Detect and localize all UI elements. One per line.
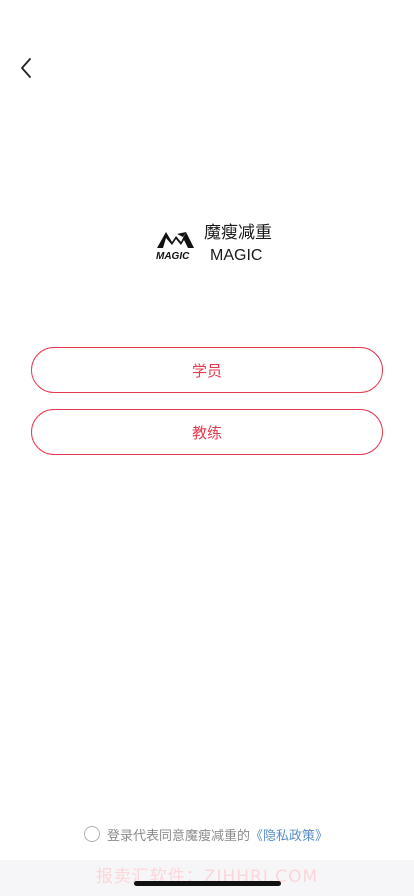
privacy-policy-link[interactable]: 《隐私政策》 [250, 825, 328, 844]
logo-text: MAGIC [156, 251, 190, 262]
coach-role-button[interactable]: 教练 [31, 409, 383, 455]
back-button[interactable] [12, 56, 40, 84]
brand-name-cn: 魔瘦减重 [204, 223, 272, 243]
agreement-text: 登录代表同意魔瘦减重的 [107, 828, 251, 844]
brand-name-en: MAGIC [210, 247, 263, 264]
privacy-agreement: 登录代表同意魔瘦减重的 《隐私政策》 [84, 824, 328, 844]
student-role-button[interactable]: 学员 [31, 347, 383, 393]
agree-checkbox[interactable] [84, 826, 100, 842]
chevron-left-icon [19, 57, 33, 83]
home-indicator[interactable] [134, 881, 281, 886]
brand-header: MAGIC 魔瘦减重 MAGIC [155, 222, 275, 268]
magic-logo-icon: MAGIC [156, 232, 194, 262]
